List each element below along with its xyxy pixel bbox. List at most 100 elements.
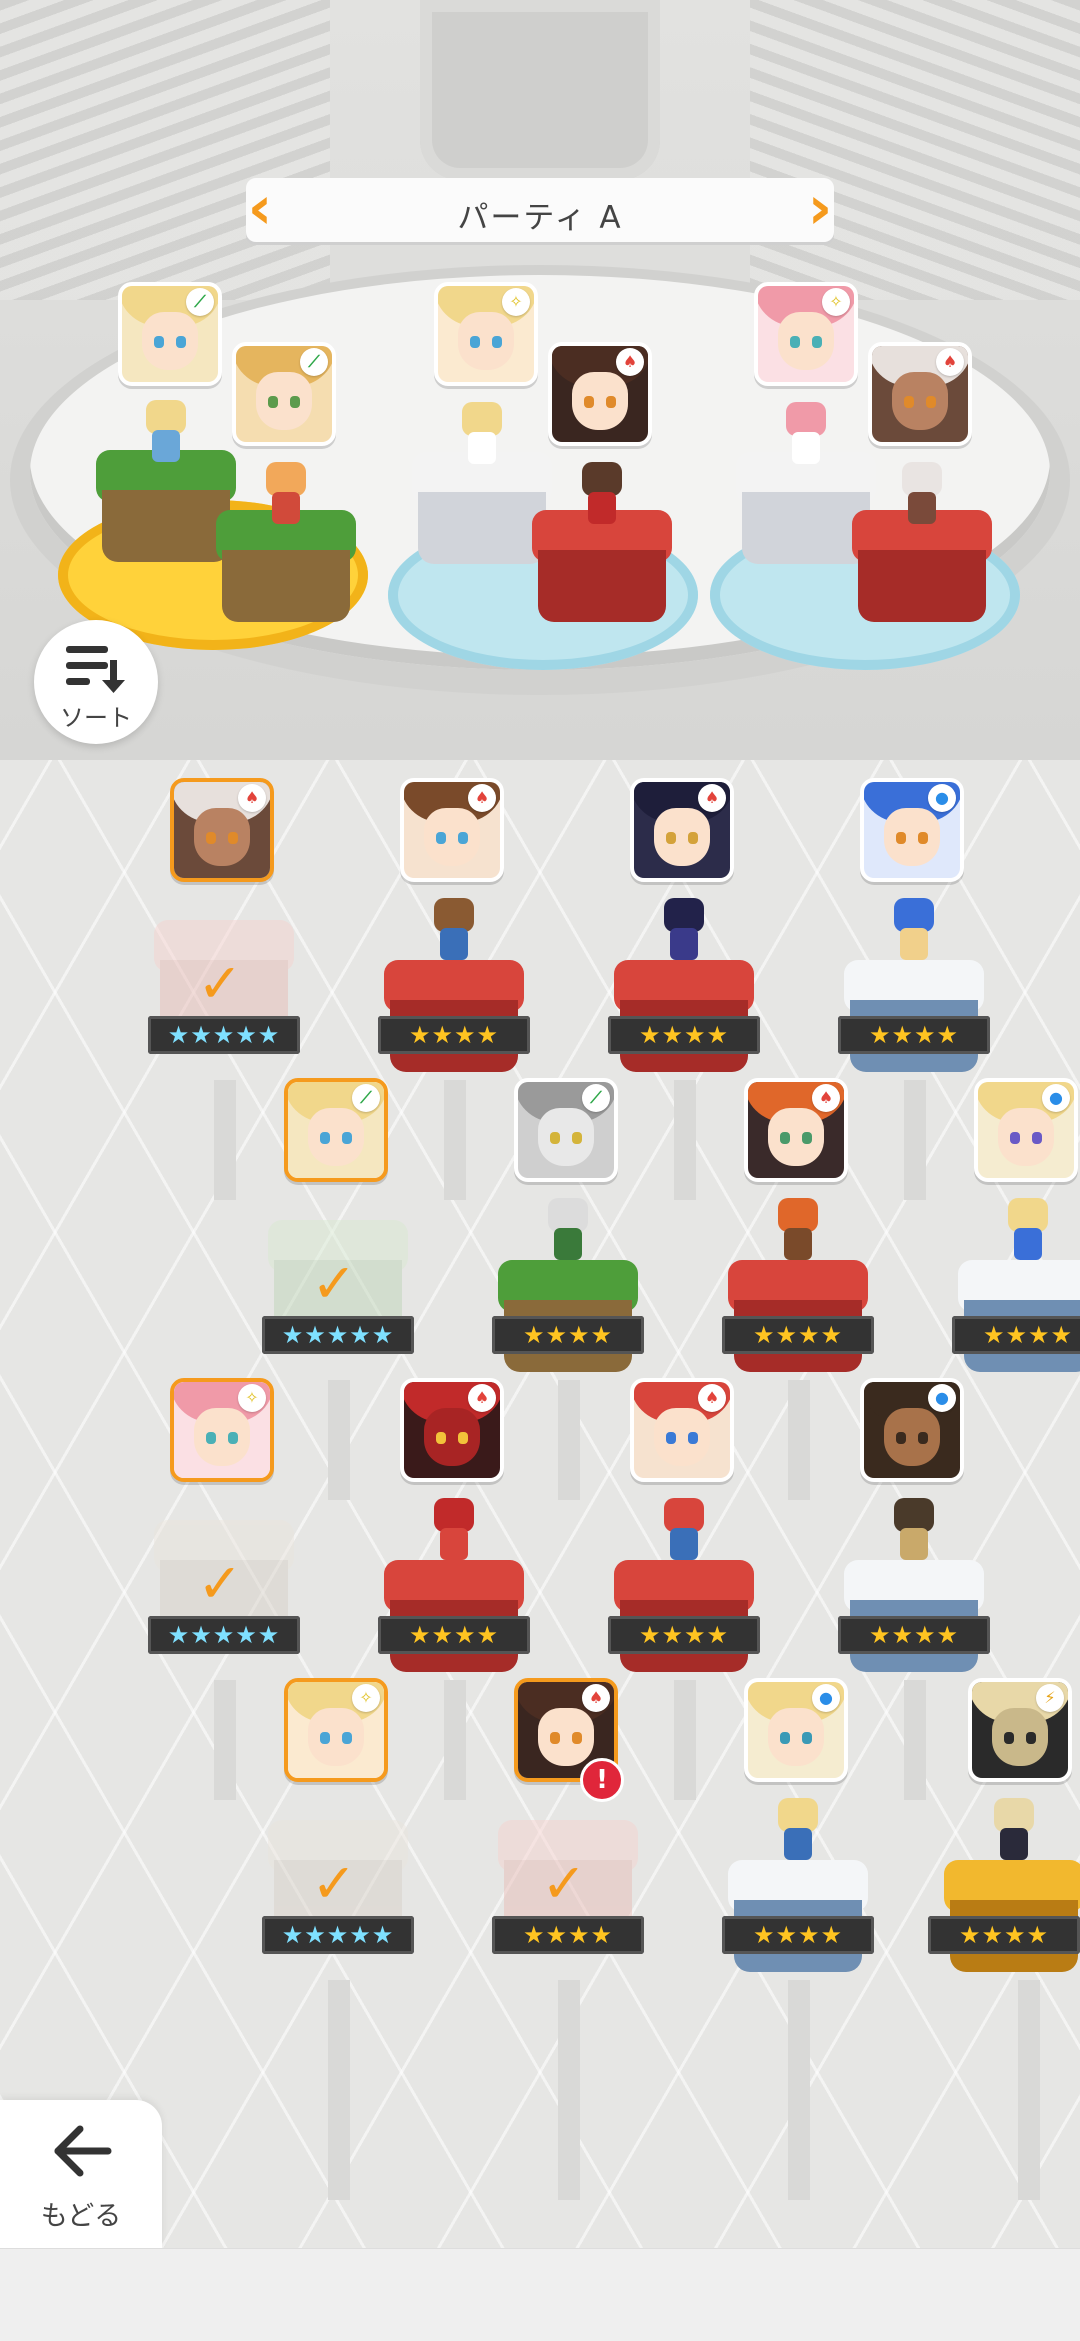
party-slot-3-portrait-leader[interactable]: ✧ [754, 282, 858, 386]
fire-element-icon: ♠︎ [812, 1084, 840, 1112]
character-portrait[interactable]: ♠︎ [744, 1078, 848, 1182]
alert-icon: ! [580, 1758, 624, 1802]
rarity-stars: ★★★★★ [262, 1916, 414, 1954]
fire-element-icon: ♠︎ [616, 348, 644, 376]
stairs-right [750, 0, 1080, 300]
party-slot-2-sprite-back [454, 402, 510, 466]
character-sprite [426, 898, 482, 962]
party-slot-1-portrait-leader[interactable]: ⟋ [118, 282, 222, 386]
floor-pillar [328, 1980, 350, 2200]
wind-element-icon: ⟋ [300, 348, 328, 376]
floor-pillar [214, 1080, 236, 1200]
character-sprite [886, 1498, 942, 1562]
party-slot-2-sprite-front [574, 462, 630, 526]
character-portrait[interactable]: ● [744, 1678, 848, 1782]
character-portrait[interactable]: ● [860, 778, 964, 882]
fire-element-icon: ♠︎ [698, 1384, 726, 1412]
rarity-stars: ★★★★ [722, 1316, 874, 1354]
party-slot-2-portrait-leader[interactable]: ✧ [434, 282, 538, 386]
character-portrait[interactable]: ♠︎ [400, 1378, 504, 1482]
light-element-icon: ✧ [822, 288, 850, 316]
wind-element-icon: ⟋ [582, 1084, 610, 1112]
floor-pillar [904, 1680, 926, 1800]
selected-check-icon: ✓ [311, 1852, 357, 1915]
character-portrait[interactable]: ⚡ [968, 1678, 1072, 1782]
rarity-stars: ★★★★ [608, 1616, 760, 1654]
floor-pillar [788, 1380, 810, 1500]
party-title: パーティ A [457, 200, 623, 236]
back-button[interactable]: もどる [0, 2100, 162, 2248]
party-slot-2-pedestal-back [412, 452, 552, 564]
rarity-stars: ★★★★ [952, 1316, 1080, 1354]
fire-element-icon: ♠︎ [582, 1684, 610, 1712]
wind-element-icon: ⟋ [186, 288, 214, 316]
fire-element-icon: ♠︎ [698, 784, 726, 812]
fire-element-icon: ♠︎ [468, 1384, 496, 1412]
bottom-bar [0, 2248, 1080, 2341]
floor-pillar [328, 1380, 350, 1500]
rarity-stars: ★★★★ [838, 1616, 990, 1654]
character-sprite [540, 1198, 596, 1262]
rarity-stars: ★★★★ [608, 1016, 760, 1054]
character-portrait[interactable]: ✧ [284, 1678, 388, 1782]
sort-label: ソート [60, 704, 132, 732]
party-slot-3-sprite-front [894, 462, 950, 526]
floor-pillar [558, 1980, 580, 2200]
party-slot-2-portrait-sub[interactable]: ♠︎ [548, 342, 652, 446]
rarity-stars: ★★★★ [492, 1316, 644, 1354]
floor-pillar [674, 1680, 696, 1800]
character-portrait[interactable]: ♠︎ [630, 778, 734, 882]
party-slot-3-pedestal-front [852, 510, 992, 622]
sort-icon [66, 646, 125, 693]
rarity-stars: ★★★★ [838, 1016, 990, 1054]
rarity-stars: ★★★★ [722, 1916, 874, 1954]
water-element-icon: ● [928, 1384, 956, 1412]
water-element-icon: ● [1042, 1084, 1070, 1112]
floor-pillar [788, 1980, 810, 2200]
party-slot-1-pedestal-front [216, 510, 356, 622]
thunder-element-icon: ⚡ [1036, 1684, 1064, 1712]
character-sprite [1000, 1198, 1056, 1262]
selected-check-icon: ✓ [541, 1852, 587, 1915]
character-portrait[interactable]: ♠︎ [630, 1378, 734, 1482]
character-sprite [770, 1198, 826, 1262]
party-slot-1-pedestal-back [96, 450, 236, 562]
rarity-stars: ★★★★ [378, 1016, 530, 1054]
floor-pillar [674, 1080, 696, 1200]
sort-button[interactable]: ソート [34, 620, 158, 744]
floor-pillar [444, 1680, 466, 1800]
character-portrait[interactable]: ⟋ [284, 1078, 388, 1182]
next-party-arrow-icon[interactable]: › [800, 176, 840, 244]
selected-check-icon: ✓ [197, 952, 243, 1015]
party-slot-1-portrait-sub[interactable]: ⟋ [232, 342, 336, 446]
rarity-stars: ★★★★ [492, 1916, 644, 1954]
prev-party-arrow-icon[interactable]: ‹ [240, 176, 280, 244]
character-portrait[interactable]: ♠︎ [400, 778, 504, 882]
party-slot-3-sprite-back [778, 402, 834, 466]
character-portrait[interactable]: ● [974, 1078, 1078, 1182]
water-element-icon: ● [928, 784, 956, 812]
water-element-icon: ● [812, 1684, 840, 1712]
character-sprite [770, 1798, 826, 1862]
character-sprite [886, 898, 942, 962]
light-element-icon: ✧ [238, 1384, 266, 1412]
rarity-stars: ★★★★★ [262, 1316, 414, 1354]
rarity-stars: ★★★★★ [148, 1616, 300, 1654]
character-sprite [656, 1498, 712, 1562]
wind-element-icon: ⟋ [352, 1084, 380, 1112]
character-portrait[interactable]: ⟋ [514, 1078, 618, 1182]
character-portrait[interactable]: ● [860, 1378, 964, 1482]
floor-pillar [214, 1680, 236, 1800]
character-sprite [426, 1498, 482, 1562]
floor-pillar [558, 1380, 580, 1500]
rarity-stars: ★★★★★ [148, 1016, 300, 1054]
character-portrait[interactable]: ♠︎ [170, 778, 274, 882]
character-sprite [986, 1798, 1042, 1862]
floor-pillar [444, 1080, 466, 1200]
fire-element-icon: ♠︎ [936, 348, 964, 376]
party-slot-3-portrait-sub[interactable]: ♠︎ [868, 342, 972, 446]
character-portrait[interactable]: ✧ [170, 1378, 274, 1482]
floor-pillar [1018, 1980, 1040, 2200]
party-slot-2-pedestal-front [532, 510, 672, 622]
throne-emblem [420, 0, 660, 180]
